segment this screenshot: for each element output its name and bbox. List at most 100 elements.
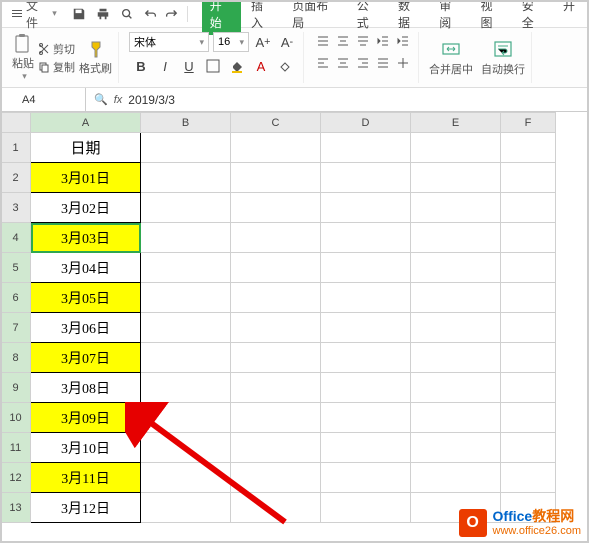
cell[interactable] [141,433,231,463]
tab-formulas[interactable]: 公式 [349,0,388,35]
cell[interactable] [141,463,231,493]
cell-A12[interactable]: 3月11日 [31,463,141,493]
cell[interactable] [231,373,321,403]
cell[interactable] [501,253,556,283]
cell[interactable] [321,163,411,193]
cell[interactable] [411,403,501,433]
row-header[interactable]: 10 [1,403,31,433]
fx-label[interactable]: fx [114,94,123,106]
cell[interactable] [321,463,411,493]
cell[interactable] [141,253,231,283]
cell[interactable] [321,283,411,313]
col-header-D[interactable]: D [321,113,411,133]
fill-color-button[interactable] [227,56,247,76]
copy-button[interactable]: 复制 [38,59,75,75]
justify-button[interactable] [374,54,392,72]
cell[interactable] [411,253,501,283]
increase-font-button[interactable]: A+ [253,32,273,52]
cell-A5[interactable]: 3月04日 [31,253,141,283]
font-name-select[interactable]: 宋体▾ [129,32,209,52]
align-middle-button[interactable] [334,32,352,50]
cell[interactable] [321,193,411,223]
row-header[interactable]: 13 [1,493,31,523]
cell[interactable] [411,193,501,223]
tab-dev[interactable]: 开 [555,0,583,35]
cell[interactable] [501,463,556,493]
print-icon[interactable] [93,4,113,24]
tab-security[interactable]: 安全 [514,0,553,35]
align-center-button[interactable] [334,54,352,72]
cell[interactable] [231,163,321,193]
cell[interactable] [231,253,321,283]
file-menu[interactable]: 文件 ▾ [6,0,63,31]
formula-input[interactable] [128,93,581,107]
cell-A13[interactable]: 3月12日 [31,493,141,523]
cell[interactable] [141,313,231,343]
cell[interactable] [501,313,556,343]
col-header-A[interactable]: A [31,113,141,133]
cell[interactable] [411,463,501,493]
cell[interactable] [501,343,556,373]
row-header[interactable]: 3 [1,193,31,223]
cell[interactable] [501,133,556,163]
tab-home[interactable]: 开始 [202,0,241,35]
cell[interactable] [141,343,231,373]
cell[interactable] [501,193,556,223]
italic-button[interactable]: I [155,56,175,76]
cell[interactable] [141,493,231,523]
row-header[interactable]: 8 [1,343,31,373]
col-header-F[interactable]: F [501,113,556,133]
row-header[interactable]: 6 [1,283,31,313]
cell[interactable] [141,193,231,223]
tab-review[interactable]: 审阅 [431,0,470,35]
align-bottom-button[interactable] [354,32,372,50]
font-size-select[interactable]: 16▾ [213,32,249,52]
cell[interactable] [501,223,556,253]
font-color-button[interactable]: A [251,56,271,76]
cell[interactable] [501,283,556,313]
cell[interactable] [411,163,501,193]
cell[interactable] [231,133,321,163]
cell[interactable] [231,343,321,373]
cell[interactable] [321,223,411,253]
row-header[interactable]: 12 [1,463,31,493]
cell[interactable] [321,313,411,343]
cell[interactable] [321,343,411,373]
row-header[interactable]: 9 [1,373,31,403]
row-header[interactable]: 1 [1,133,31,163]
cell[interactable] [501,433,556,463]
cell[interactable] [231,493,321,523]
cell-A8[interactable]: 3月07日 [31,343,141,373]
row-header[interactable]: 11 [1,433,31,463]
cell[interactable] [411,433,501,463]
cell-A2[interactable]: 3月01日 [31,163,141,193]
cell[interactable] [321,133,411,163]
save-icon[interactable] [69,4,89,24]
cell-A7[interactable]: 3月06日 [31,313,141,343]
cell-A11[interactable]: 3月10日 [31,433,141,463]
align-top-button[interactable] [314,32,332,50]
format-painter-button[interactable]: 格式刷 [79,40,112,76]
merge-center-button[interactable]: 合并居中 [429,39,473,77]
align-right-button[interactable] [354,54,372,72]
cell[interactable] [141,133,231,163]
cell[interactable] [501,403,556,433]
col-header-C[interactable]: C [231,113,321,133]
cell[interactable] [141,283,231,313]
cell[interactable] [231,223,321,253]
name-box[interactable]: A4 [16,88,86,111]
cell[interactable] [231,433,321,463]
print-preview-icon[interactable] [117,4,137,24]
increase-indent-button[interactable] [394,32,412,50]
wrap-text-button[interactable]: 自动换行 [481,39,525,77]
redo-icon[interactable] [161,4,181,24]
col-header-E[interactable]: E [411,113,501,133]
clear-format-button[interactable] [275,56,295,76]
cell-A3[interactable]: 3月02日 [31,193,141,223]
cell[interactable] [411,223,501,253]
select-all-corner[interactable] [1,113,31,133]
orientation-button[interactable] [394,54,412,72]
decrease-font-button[interactable]: A- [277,32,297,52]
cell[interactable] [321,253,411,283]
border-button[interactable] [203,56,223,76]
